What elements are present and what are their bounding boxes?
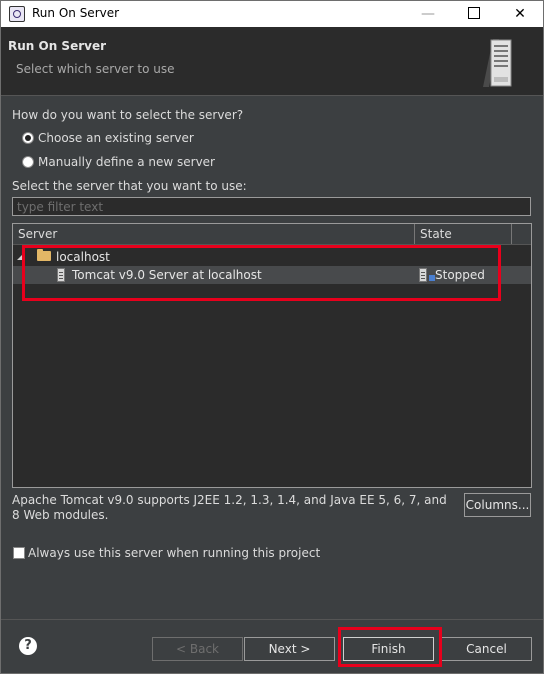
always-use-checkbox[interactable] bbox=[13, 547, 25, 559]
filter-input[interactable] bbox=[12, 197, 531, 216]
window-title: Run On Server bbox=[32, 6, 120, 20]
title-bar: Run On Server — ✕ bbox=[1, 1, 543, 27]
maximize-icon bbox=[468, 7, 480, 19]
always-use-label[interactable]: Always use this server when running this… bbox=[28, 546, 320, 560]
choose-existing-radio[interactable] bbox=[22, 132, 34, 144]
column-header-state[interactable]: State bbox=[415, 224, 512, 244]
minimize-button[interactable]: — bbox=[405, 1, 451, 27]
server-wizard-icon bbox=[483, 39, 512, 87]
manual-define-label[interactable]: Manually define a new server bbox=[38, 155, 215, 169]
server-row-highlight bbox=[22, 245, 501, 301]
server-description: Apache Tomcat v9.0 supports J2EE 1.2, 1.… bbox=[12, 493, 447, 522]
header-banner: Run On Server Select which server to use bbox=[1, 27, 543, 96]
columns-button[interactable]: Columns... bbox=[464, 493, 531, 517]
help-icon[interactable]: ? bbox=[19, 637, 37, 655]
banner-subtitle: Select which server to use bbox=[16, 62, 175, 76]
cancel-button[interactable]: Cancel bbox=[441, 637, 532, 661]
selection-question: How do you want to select the server? bbox=[12, 108, 244, 122]
server-list-prompt: Select the server that you want to use: bbox=[12, 179, 247, 193]
table-header: Server State bbox=[13, 224, 531, 245]
back-button[interactable]: < Back bbox=[152, 637, 243, 661]
run-on-server-dialog: Run On Server — ✕ Run On Server Select w… bbox=[0, 0, 544, 674]
footer-divider bbox=[1, 619, 543, 620]
close-button[interactable]: ✕ bbox=[497, 1, 543, 27]
maximize-button[interactable] bbox=[451, 1, 497, 27]
banner-title: Run On Server bbox=[8, 39, 107, 53]
choose-existing-label[interactable]: Choose an existing server bbox=[38, 131, 194, 145]
column-header-server[interactable]: Server bbox=[13, 224, 415, 244]
manual-define-radio[interactable] bbox=[22, 156, 34, 168]
next-button[interactable]: Next > bbox=[244, 637, 335, 661]
finish-button-highlight bbox=[338, 627, 442, 667]
eclipse-icon bbox=[9, 6, 25, 22]
